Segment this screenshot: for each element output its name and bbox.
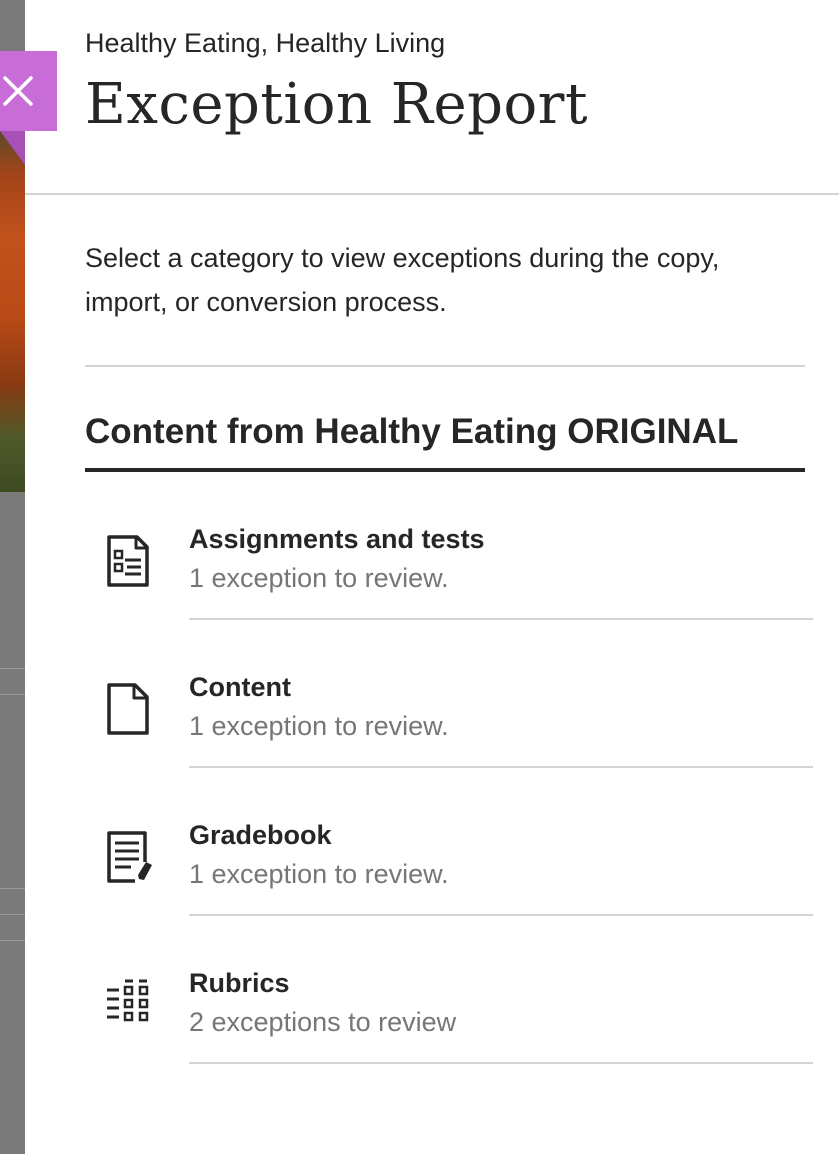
- close-panel-button[interactable]: [0, 51, 57, 131]
- assignment-list-icon: [105, 532, 155, 588]
- panel-header: Healthy Eating, Healthy Living Exception…: [85, 22, 805, 138]
- category-assignments-and-tests[interactable]: Assignments and tests 1 exception to rev…: [85, 472, 813, 620]
- category-label: Gradebook: [189, 820, 332, 850]
- category-list: Assignments and tests 1 exception to rev…: [85, 472, 813, 1064]
- close-icon: [0, 51, 36, 131]
- rubric-grid-icon: [105, 976, 155, 1032]
- category-rubrics[interactable]: Rubrics 2 exceptions to review: [85, 916, 813, 1064]
- category-status: 1 exception to review.: [189, 711, 449, 741]
- category-status: 2 exceptions to review: [189, 1007, 457, 1037]
- intro-text: Select a category to view exceptions dur…: [85, 243, 720, 317]
- intro-divider: [85, 365, 805, 367]
- page-title: Exception Report: [85, 72, 588, 137]
- category-gradebook[interactable]: Gradebook 1 exception to review.: [85, 768, 813, 916]
- gradebook-icon: [105, 828, 155, 884]
- header-divider: [25, 193, 839, 195]
- category-status: 1 exception to review.: [189, 563, 449, 593]
- course-name: Healthy Eating, Healthy Living: [85, 28, 446, 58]
- close-tab-fold: [0, 131, 25, 165]
- category-label: Content: [189, 672, 291, 702]
- category-label: Assignments and tests: [189, 524, 485, 554]
- document-icon: [105, 680, 155, 736]
- background-page: [0, 0, 25, 1154]
- category-status: 1 exception to review.: [189, 859, 449, 889]
- section-title: Content from Healthy Eating ORIGINAL: [85, 412, 739, 451]
- category-content[interactable]: Content 1 exception to review.: [85, 620, 813, 768]
- item-divider: [189, 1062, 813, 1064]
- category-label: Rubrics: [189, 968, 290, 998]
- course-banner-image: [0, 130, 25, 492]
